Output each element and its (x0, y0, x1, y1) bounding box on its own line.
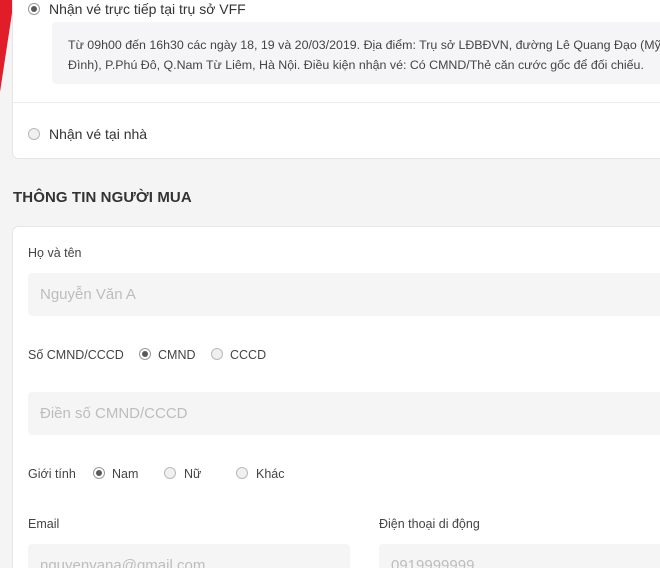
gender-label: Giới tính (28, 467, 76, 481)
email-input[interactable] (28, 544, 350, 568)
option-home-label[interactable]: Nhận vé tại nhà (49, 126, 147, 142)
phone-label: Điện thoại di động (379, 517, 480, 531)
gender-nu-label[interactable]: Nữ (184, 467, 201, 481)
id-type-cmnd-label[interactable]: CMND (158, 348, 196, 362)
vff-info-text: Từ 09h00 đến 16h30 các ngày 18, 19 và 20… (68, 38, 660, 72)
id-label: Số CMND/CCCD (28, 348, 124, 362)
radio-gender-nam[interactable] (93, 467, 105, 479)
vff-info-box: Từ 09h00 đến 16h30 các ngày 18, 19 và 20… (52, 22, 660, 84)
phone-input[interactable] (379, 544, 660, 568)
radio-home-delivery[interactable] (28, 128, 40, 140)
gender-nam-label[interactable]: Nam (112, 467, 138, 481)
gender-khac-label[interactable]: Khác (256, 467, 285, 481)
buyer-info-card: Họ và tên Số CMND/CCCD CMND CCCD Giới tí… (12, 226, 660, 568)
id-number-input[interactable] (28, 392, 660, 435)
radio-gender-nu[interactable] (164, 467, 176, 479)
divider (13, 102, 660, 103)
radio-id-cmnd[interactable] (139, 348, 151, 360)
section-title-buyer-info: THÔNG TIN NGƯỜI MUA (13, 189, 192, 206)
name-label: Họ và tên (28, 246, 82, 260)
radio-vff-pickup[interactable] (28, 3, 40, 15)
option-vff-label[interactable]: Nhận vé trực tiếp tại trụ sở VFF (49, 1, 246, 17)
id-type-cccd-label[interactable]: CCCD (230, 348, 266, 362)
delivery-options-card: Nhận vé trực tiếp tại trụ sở VFF Từ 09h0… (12, 0, 660, 159)
radio-gender-khac[interactable] (236, 467, 248, 479)
name-input[interactable] (28, 273, 660, 316)
radio-id-cccd[interactable] (211, 348, 223, 360)
email-label: Email (28, 517, 60, 531)
